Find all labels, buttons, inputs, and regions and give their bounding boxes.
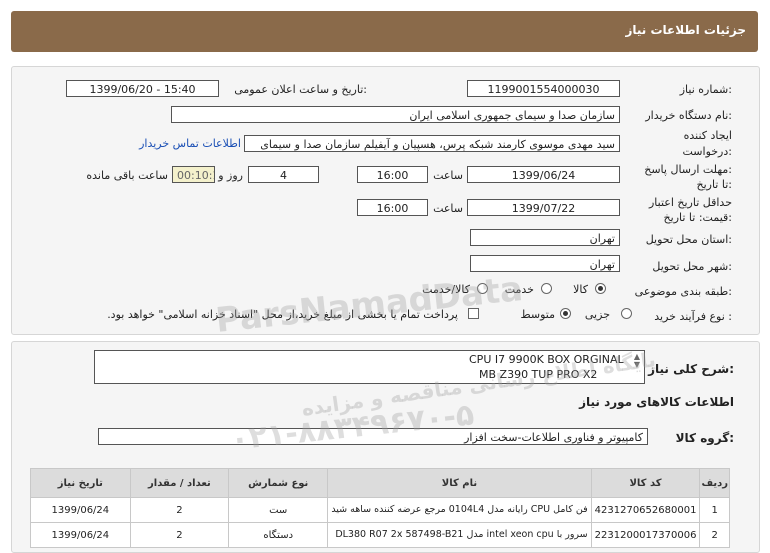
col-qty: تعداد / مقدار — [129, 468, 230, 498]
creator-field: سید مهدی موسوی کارمند شبکه پرس، هسپیان و… — [244, 135, 620, 152]
process-option-medium: متوسط — [520, 308, 555, 321]
category-option-service: خدمت — [504, 283, 534, 296]
table-header-row: ردیف کد کالا نام کالا نوع شمارش تعداد / … — [30, 468, 730, 498]
creator-label-1: ایجاد کننده — [683, 129, 732, 142]
validity-date-field: 1399/07/22 — [467, 199, 620, 216]
city-label: شهر محل تحویل: — [652, 260, 732, 273]
buyer-label: نام دستگاه خریدار: — [645, 109, 732, 122]
announce-label: تاریخ و ساعت اعلان عمومی: — [234, 83, 367, 96]
days-field: 4 — [248, 166, 319, 183]
goods-group-label: گروه کالا: — [675, 431, 734, 445]
process-radio-minor[interactable] — [621, 308, 632, 319]
row-code: 2231200017370006 — [590, 522, 701, 548]
summary-line-2: MB Z390 TUP PRO X2 — [479, 368, 598, 381]
process-label: نوع فرآیند خرید : — [654, 310, 732, 323]
row-idx: 1 — [699, 497, 730, 523]
category-radio-goods[interactable] — [595, 283, 606, 294]
table-row[interactable]: 1 4231270652680001 فن کامل CPU رایانه مد… — [30, 497, 730, 523]
scroll-arrows-icon[interactable]: ▲ ▼ — [634, 353, 640, 369]
summary-line-1: CPU I7 9900K BOX ORGINAL — [469, 353, 624, 366]
summary-label: شرح کلی نیاز: — [648, 362, 734, 376]
province-field: تهران — [470, 229, 620, 246]
process-radio-medium[interactable] — [560, 308, 571, 319]
table-row[interactable]: 2 2231200017370006 سرور با intel xeon cp… — [30, 522, 730, 548]
goods-group-field: کامپیوتر و فناوری اطلاعات-سخت افزار — [98, 428, 648, 445]
col-code: کد کالا — [590, 468, 701, 498]
payment-note: پرداخت تمام یا بخشی از مبلغ خرید،از محل … — [107, 308, 458, 321]
process-option-minor: جزیی — [584, 308, 610, 321]
col-name: نام کالا — [327, 468, 592, 498]
category-option-goods: کالا — [573, 283, 588, 296]
goods-section-title: اطلاعات کالاهای مورد نیاز — [579, 395, 734, 409]
category-label: طبقه بندی موضوعی: — [634, 285, 732, 298]
deadline-time-field: 16:00 — [357, 166, 428, 183]
row-unit: ست — [228, 497, 329, 523]
city-field: تهران — [470, 255, 620, 272]
validity-time-field: 16:00 — [357, 199, 428, 216]
col-date: تاریخ نیاز — [30, 468, 131, 498]
validity-label-2: قیمت: تا تاریخ: — [663, 211, 732, 224]
row-name: سرور با intel xeon cpu مدل DL380 R07 2x … — [327, 522, 592, 548]
validity-time-label: ساعت — [433, 202, 463, 215]
row-date: 1399/06/24 — [30, 522, 131, 548]
days-label: روز و — [218, 169, 243, 182]
category-option-goods-service: کالا/خدمت — [422, 283, 470, 296]
row-unit: دستگاه — [228, 522, 329, 548]
page-title: جزئیات اطلاعات نیاز — [625, 23, 746, 37]
page-header: جزئیات اطلاعات نیاز — [11, 11, 758, 52]
summary-textarea[interactable]: CPU I7 9900K BOX ORGINAL MB Z390 TUP PRO… — [94, 350, 645, 384]
row-qty: 2 — [129, 497, 230, 523]
remaining-timer: 00:10:15 — [172, 166, 215, 183]
deadline-date-field: 1399/06/24 — [467, 166, 620, 183]
validity-label-1: حداقل تاریخ اعتبار — [648, 196, 732, 209]
contact-buyer-link[interactable]: اطلاعات تماس خریدار — [139, 137, 241, 150]
need-number-field: 1199001554000030 — [467, 80, 620, 97]
category-radio-service[interactable] — [541, 283, 552, 294]
treasury-payment-checkbox[interactable] — [468, 308, 479, 319]
remaining-label: ساعت باقی مانده — [86, 169, 168, 182]
deadline-time-label: ساعت — [433, 169, 463, 182]
row-date: 1399/06/24 — [30, 497, 131, 523]
province-label: استان محل تحویل: — [645, 233, 732, 246]
row-idx: 2 — [699, 522, 730, 548]
buyer-field: سازمان صدا و سیمای جمهوری اسلامی ایران — [171, 106, 620, 123]
col-unit: نوع شمارش — [228, 468, 329, 498]
deadline-label-2: تا تاریخ: — [696, 178, 732, 191]
row-code: 4231270652680001 — [590, 497, 701, 523]
announce-field: 1399/06/20 - 15:40 — [66, 80, 219, 97]
need-number-label: شماره نیاز: — [679, 83, 732, 96]
creator-label-2: درخواست: — [682, 145, 733, 158]
col-idx: ردیف — [699, 468, 730, 498]
category-radio-goods-service[interactable] — [477, 283, 488, 294]
row-name: فن کامل CPU رایانه مدل 0104L4 مرجع عرضه … — [327, 497, 592, 523]
goods-table: ردیف کد کالا نام کالا نوع شمارش تعداد / … — [30, 468, 730, 548]
deadline-label-1: مهلت ارسال پاسخ: — [644, 163, 732, 176]
row-qty: 2 — [129, 522, 230, 548]
